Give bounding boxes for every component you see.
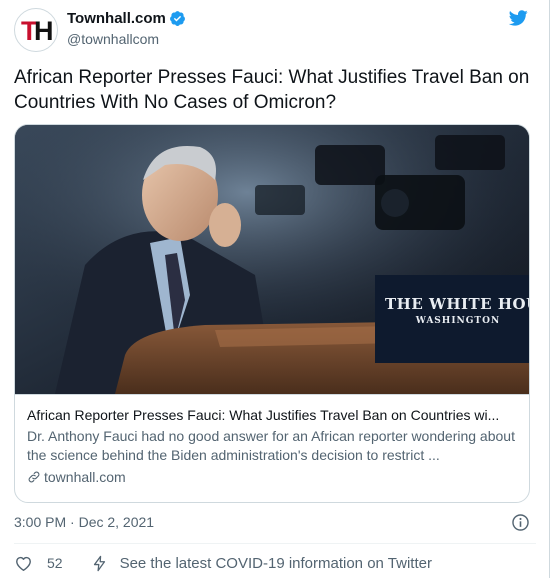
link-icon <box>28 471 40 483</box>
heart-icon <box>16 556 31 571</box>
tweet-header: T H Townhall.com @townhallcom <box>14 8 536 52</box>
card-domain-row[interactable]: townhall.com <box>27 469 519 485</box>
like-count: 52 <box>47 555 63 571</box>
townhall-logo: T H <box>21 16 54 46</box>
avatar[interactable]: T H <box>14 8 58 52</box>
tweet-embed: T H Townhall.com @townhallcom African Re… <box>0 0 550 578</box>
avatar-letter-t: T <box>21 16 37 46</box>
card-image[interactable]: THE WHITE HOUSE WASHINGTON <box>15 125 529 394</box>
card-photo-illustration <box>15 125 529 394</box>
display-name-row[interactable]: Townhall.com <box>67 10 186 27</box>
card-domain[interactable]: townhall.com <box>44 469 126 485</box>
podium-sign-line1: THE WHITE HOUSE <box>385 295 529 313</box>
divider <box>14 543 536 544</box>
link-card[interactable]: THE WHITE HOUSE WASHINGTON African Repor… <box>14 124 530 503</box>
covid-info-link[interactable]: See the latest COVID-19 information on T… <box>91 554 432 573</box>
card-description: Dr. Anthony Fauci had no good answer for… <box>27 428 515 463</box>
card-body[interactable]: African Reporter Presses Fauci: What Jus… <box>15 394 529 502</box>
podium-sign: THE WHITE HOUSE WASHINGTON <box>385 295 529 326</box>
action-bar: 52 See the latest COVID-19 information o… <box>14 551 432 575</box>
verified-badge-icon <box>169 11 185 26</box>
podium-sign-line2: WASHINGTON <box>415 316 501 326</box>
lightning-bolt-icon <box>93 555 105 571</box>
covid-info-text[interactable]: See the latest COVID-19 information on T… <box>120 555 432 572</box>
handle[interactable]: @townhallcom <box>67 31 186 47</box>
like-button[interactable]: 52 <box>14 554 63 573</box>
twitter-bird-icon[interactable] <box>506 8 530 28</box>
info-icon[interactable] <box>511 513 530 532</box>
display-name[interactable]: Townhall.com <box>67 10 166 27</box>
timestamp-row: 3:00 PM · Dec 2, 2021 <box>14 512 530 534</box>
timestamp[interactable]: 3:00 PM · Dec 2, 2021 <box>14 514 154 530</box>
account-names[interactable]: Townhall.com @townhallcom <box>67 10 186 47</box>
tweet-text: African Reporter Presses Fauci: What Jus… <box>14 67 530 113</box>
avatar-letter-h: H <box>34 16 54 46</box>
card-title[interactable]: African Reporter Presses Fauci: What Jus… <box>27 406 519 424</box>
